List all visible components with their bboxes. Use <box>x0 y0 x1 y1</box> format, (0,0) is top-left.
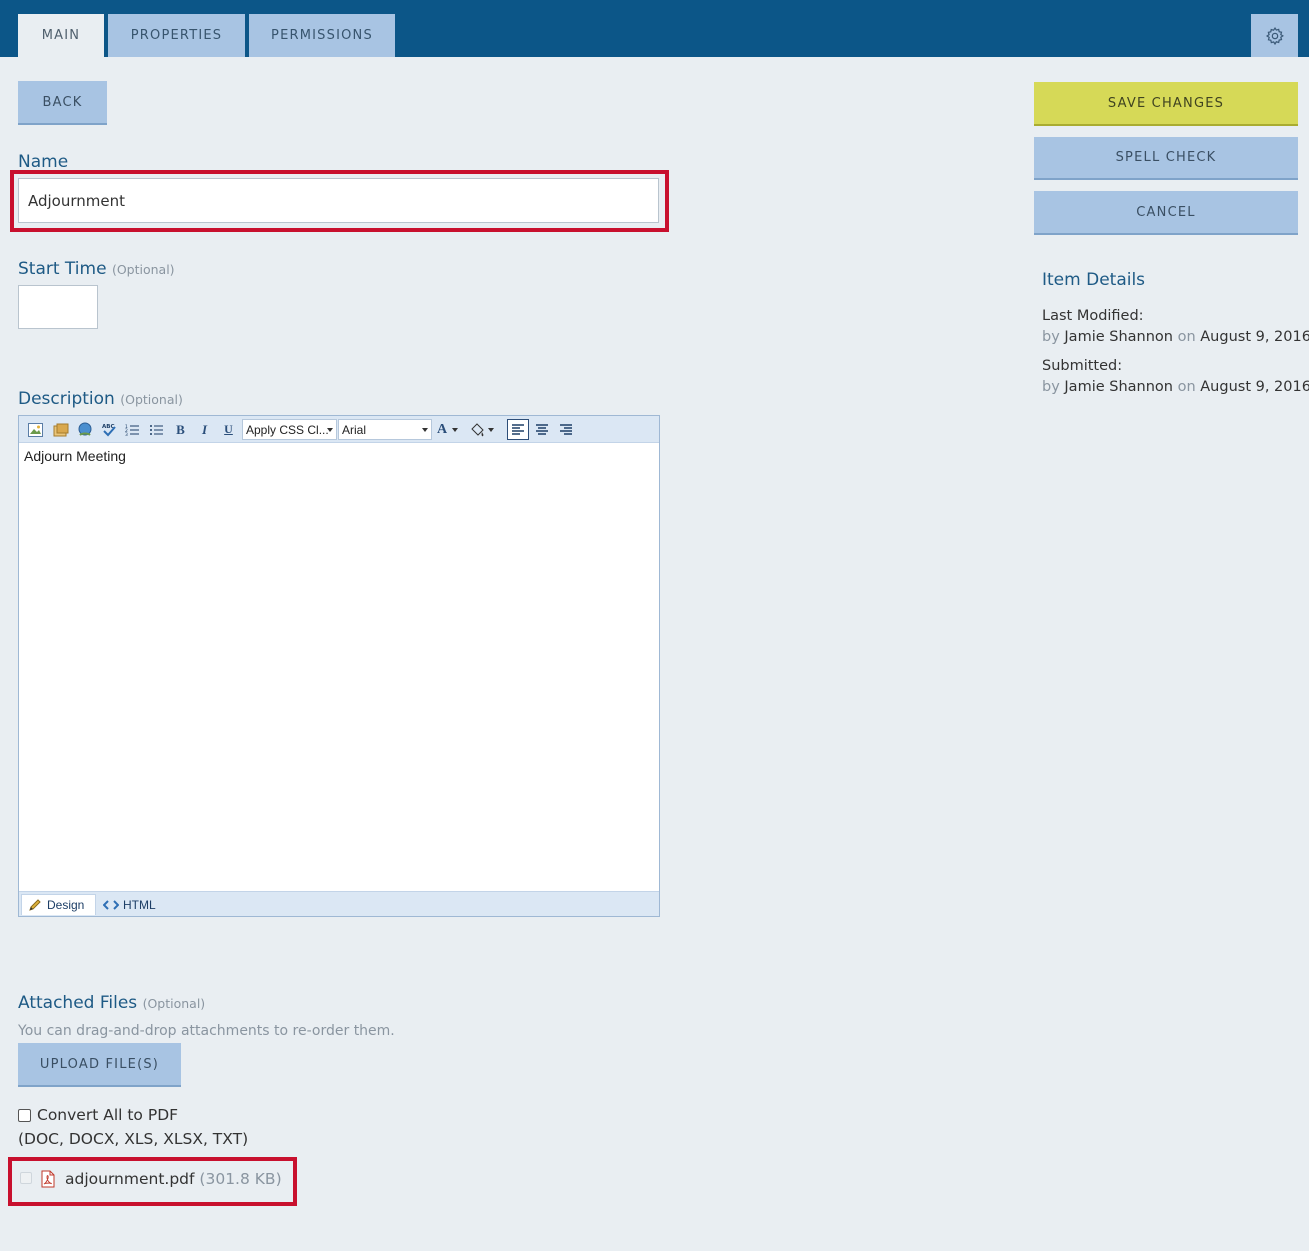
convert-pdf-checkbox[interactable] <box>18 1108 31 1122</box>
svg-text:3: 3 <box>125 432 128 437</box>
start-time-input[interactable] <box>18 285 98 329</box>
design-mode-tab[interactable]: Design <box>21 894 96 915</box>
editor-mode-bar: Design HTML <box>19 891 659 916</box>
editor-content-area[interactable]: Adjourn Meeting <box>19 444 659 891</box>
font-name-select[interactable]: Arial <box>338 419 432 440</box>
submitted-info: by Jamie Shannon on August 9, 2016 <box>1042 379 1309 395</box>
chevron-down-icon <box>327 428 333 432</box>
submitted-label: Submitted: <box>1042 358 1123 374</box>
font-color-icon[interactable]: A <box>437 421 467 438</box>
attachment-size: (301.8 KB) <box>199 1170 282 1188</box>
last-modified-info: by Jamie Shannon on August 9, 2016 <box>1042 329 1309 345</box>
rich-text-editor: ABC 123 B I U Apply CSS Cl... Arial A Ad… <box>18 415 660 917</box>
image-manager-icon[interactable] <box>27 421 44 438</box>
pencil-icon <box>29 899 41 911</box>
attachment-filename[interactable]: adjournment.pdf <box>65 1170 194 1188</box>
attachment-checkbox[interactable] <box>20 1172 32 1184</box>
settings-button[interactable] <box>1251 14 1298 57</box>
attachments-hint: You can drag-and-drop attachments to re-… <box>18 1023 395 1039</box>
spellcheck-icon[interactable]: ABC <box>100 421 117 438</box>
tab-properties[interactable]: PROPERTIES <box>108 14 245 57</box>
pdf-file-icon <box>40 1170 57 1188</box>
last-modified-label: Last Modified: <box>1042 308 1144 324</box>
start-time-label: Start Time (Optional) <box>18 259 175 279</box>
bold-icon[interactable]: B <box>172 421 189 438</box>
upload-files-button[interactable]: UPLOAD FILE(S) <box>18 1043 181 1087</box>
align-center-icon[interactable] <box>533 421 550 438</box>
hyperlink-manager-icon[interactable] <box>76 421 93 438</box>
css-class-select[interactable]: Apply CSS Cl... <box>242 419 337 440</box>
attachment-item: adjournment.pdf (301.8 KB) <box>65 1170 282 1188</box>
document-manager-icon[interactable] <box>52 421 69 438</box>
convert-pdf-option: Convert All to PDF <box>18 1106 178 1124</box>
gear-icon <box>1265 26 1284 45</box>
italic-icon[interactable]: I <box>196 421 213 438</box>
name-input[interactable]: Adjournment <box>18 178 659 223</box>
underline-icon[interactable]: U <box>220 421 237 438</box>
tab-permissions[interactable]: PERMISSIONS <box>249 14 395 57</box>
item-details-title: Item Details <box>1042 270 1146 290</box>
code-icon <box>103 899 119 910</box>
cancel-button[interactable]: CANCEL <box>1034 191 1298 235</box>
tab-main[interactable]: MAIN <box>18 14 104 57</box>
attached-files-label: Attached Files (Optional) <box>18 993 206 1013</box>
align-right-icon[interactable] <box>557 421 574 438</box>
unordered-list-icon[interactable] <box>148 421 165 438</box>
spell-check-button[interactable]: SPELL CHECK <box>1034 137 1298 180</box>
back-button[interactable]: BACK <box>18 81 107 125</box>
name-label: Name <box>18 152 69 172</box>
html-mode-tab[interactable]: HTML <box>101 894 156 915</box>
editor-toolbar: ABC 123 B I U Apply CSS Cl... Arial A <box>19 416 659 443</box>
align-left-icon[interactable] <box>507 419 529 440</box>
convert-types-text: (DOC, DOCX, XLS, XLSX, TXT) <box>18 1130 249 1148</box>
ordered-list-icon[interactable]: 123 <box>124 421 141 438</box>
description-label: Description (Optional) <box>18 389 183 409</box>
background-color-icon[interactable] <box>471 421 501 438</box>
save-changes-button[interactable]: SAVE CHANGES <box>1034 82 1298 126</box>
chevron-down-icon <box>422 428 428 432</box>
